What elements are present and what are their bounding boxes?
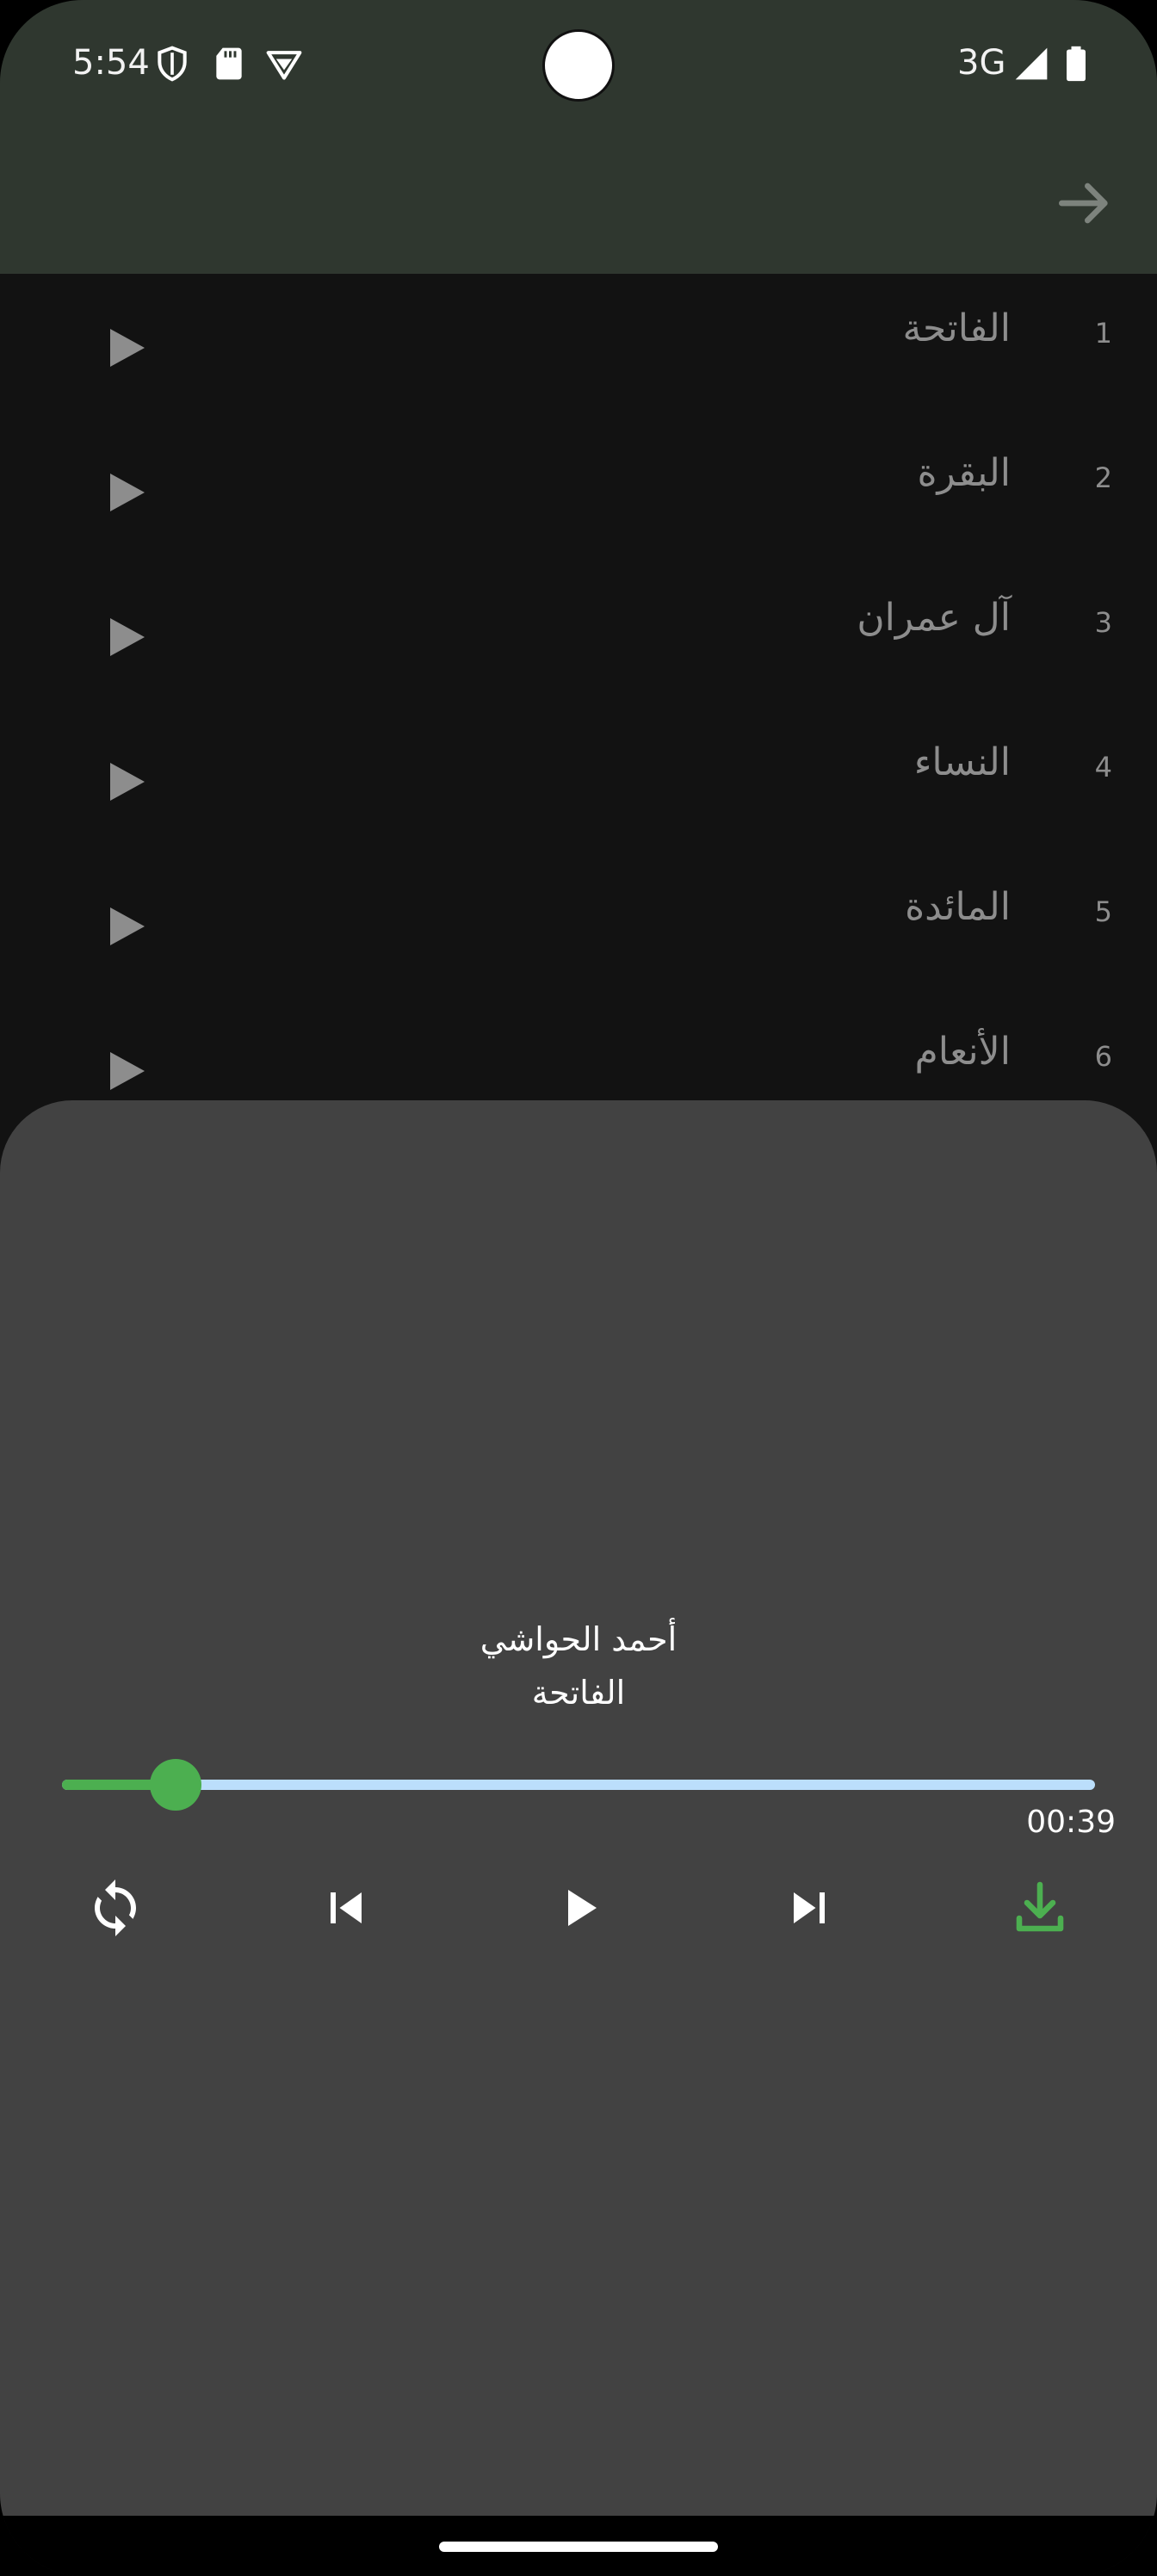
surah-number: 1 xyxy=(1094,317,1112,350)
surah-number: 6 xyxy=(1094,1040,1112,1073)
home-indicator[interactable] xyxy=(439,2542,718,2552)
play-icon[interactable] xyxy=(110,329,145,367)
repeat-icon[interactable] xyxy=(84,1877,146,1939)
list-item[interactable]: 3 آل عمران xyxy=(0,563,1157,708)
duration-label: 00:39 xyxy=(1026,1805,1116,1840)
sd-card-icon xyxy=(216,47,242,80)
skip-next-icon[interactable] xyxy=(778,1877,840,1939)
play-icon[interactable] xyxy=(110,474,145,511)
surah-name: آل عمران xyxy=(857,596,1011,640)
play-icon[interactable] xyxy=(110,1052,145,1090)
list-item[interactable]: 4 النساء xyxy=(0,708,1157,852)
arrow-right-icon[interactable] xyxy=(1050,169,1119,238)
skip-previous-icon[interactable] xyxy=(315,1877,377,1939)
network-type: 3G xyxy=(957,43,1006,83)
play-icon[interactable] xyxy=(110,763,145,801)
list-item[interactable]: 1 الفاتحة xyxy=(0,274,1157,418)
surah-name: البقرة xyxy=(917,451,1012,495)
play-icon[interactable] xyxy=(110,618,145,656)
play-icon[interactable] xyxy=(548,1877,609,1939)
seek-thumb[interactable] xyxy=(150,1759,201,1811)
surah-name: المائدة xyxy=(905,885,1011,929)
list-item[interactable]: 5 المائدة xyxy=(0,852,1157,997)
now-playing-surah: الفاتحة xyxy=(531,1674,626,1712)
surah-number: 4 xyxy=(1094,751,1112,783)
play-icon[interactable] xyxy=(110,907,145,945)
surah-number: 3 xyxy=(1094,606,1112,639)
screen: 5:54 3G 1 الفاتحة 2 البقرة 3 آل عمران 4 … xyxy=(0,0,1157,2576)
status-bar: 5:54 3G xyxy=(0,0,1157,129)
camera-cutout xyxy=(542,29,615,102)
battery-icon xyxy=(1067,46,1086,82)
signal-icon xyxy=(1015,47,1048,80)
app-bar: 5:54 3G xyxy=(0,0,1157,274)
surah-name: الفاتحة xyxy=(902,307,1011,350)
status-time: 5:54 xyxy=(72,43,150,83)
shield-icon xyxy=(158,46,187,82)
surah-number: 2 xyxy=(1094,461,1112,494)
vpn-icon xyxy=(266,51,302,80)
reciter-name: أحمد الحواشي xyxy=(480,1620,677,1658)
seek-track[interactable] xyxy=(62,1780,1095,1790)
list-item[interactable]: 2 البقرة xyxy=(0,418,1157,563)
surah-name: الأنعام xyxy=(914,1030,1011,1074)
download-icon[interactable] xyxy=(1009,1877,1071,1939)
surah-number: 5 xyxy=(1094,895,1112,928)
surah-name: النساء xyxy=(913,740,1011,784)
